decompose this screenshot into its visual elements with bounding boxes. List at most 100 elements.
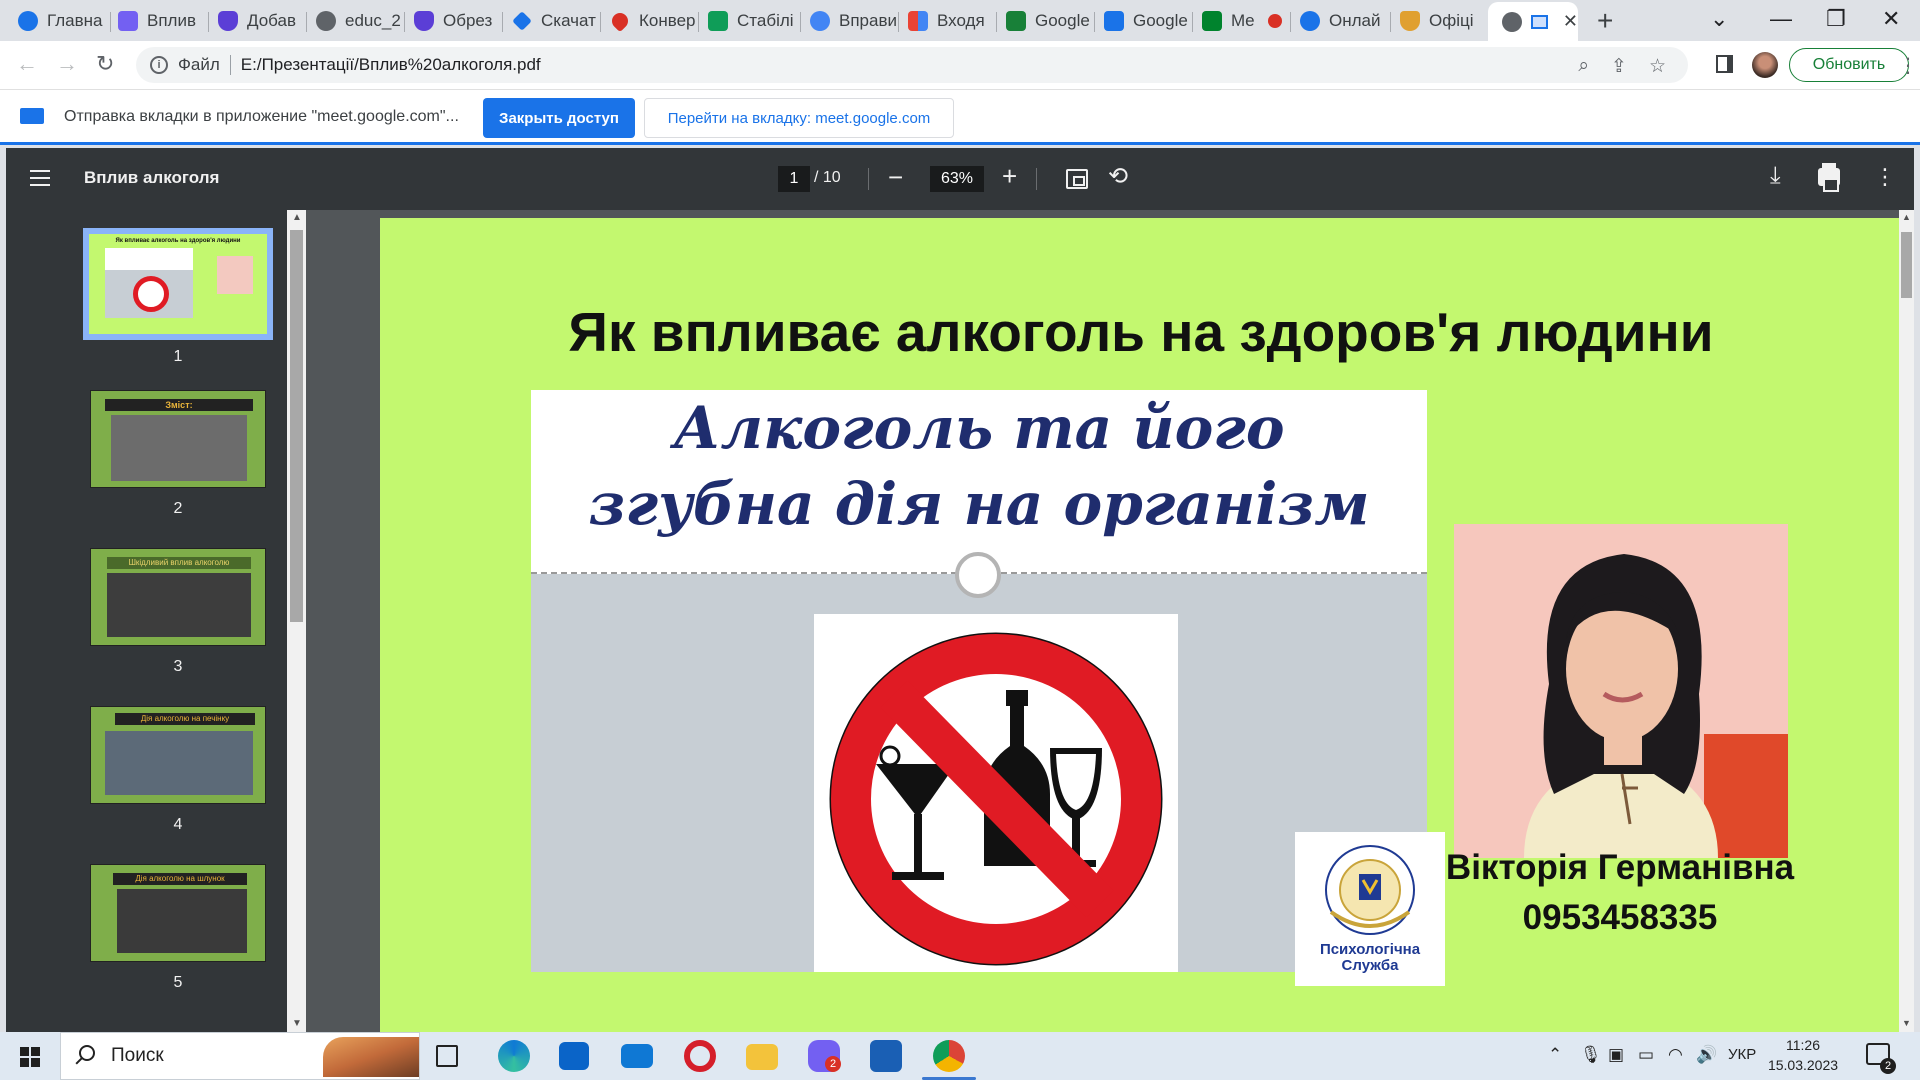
bookmark-star-icon[interactable]: ☆: [1649, 55, 1666, 78]
mail-icon[interactable]: [621, 1044, 653, 1068]
edge-icon[interactable]: [498, 1040, 530, 1072]
thumbnail-page-1[interactable]: Як впливає алкоголь на здоров'я людини: [83, 228, 273, 340]
thumbnail-page-4[interactable]: Дія алкоголю на печінку: [90, 706, 266, 804]
info-icon[interactable]: i: [150, 56, 168, 74]
tab-11[interactable]: Google: [992, 6, 1096, 36]
sidebar-scrollbar[interactable]: ▲ ▼: [287, 210, 306, 1032]
back-icon[interactable]: ←: [16, 51, 38, 77]
tray-app-icon[interactable]: ▣: [1608, 1045, 1624, 1065]
download-icon: [512, 11, 532, 31]
task-view-icon[interactable]: [436, 1045, 458, 1067]
tab-14[interactable]: Онлай: [1286, 6, 1392, 36]
scroll-up-arrow-icon[interactable]: ▲: [1902, 212, 1911, 222]
pdf-toolbar: Вплив алкоголя 1 / 10 − 63% + ⟲ ⤓ ⋮: [6, 148, 1914, 210]
stop-sharing-button[interactable]: Закрыть доступ: [483, 98, 635, 138]
zoom-level-input[interactable]: 63%: [930, 166, 984, 192]
tab-12[interactable]: Google: [1090, 6, 1194, 36]
taskbar-search[interactable]: Поиск: [60, 1032, 420, 1080]
camera-icon: [1300, 11, 1320, 31]
print-icon[interactable]: [1818, 163, 1840, 192]
tab-5[interactable]: Обрез: [400, 6, 504, 36]
side-panel-icon[interactable]: [1716, 55, 1733, 73]
zoom-in-button[interactable]: +: [1002, 161, 1017, 192]
tab-2[interactable]: Вплив: [104, 6, 206, 36]
windows-start-icon[interactable]: [20, 1047, 40, 1067]
switch-to-tab-button[interactable]: Перейти на вкладку: meet.google.com: [644, 98, 954, 138]
thumbnail-page-5[interactable]: Дія алкоголю на шлунок: [90, 864, 266, 962]
zoom-out-button[interactable]: −: [888, 162, 903, 193]
casting-icon: [1531, 14, 1548, 29]
thumbnail-page-2[interactable]: Зміст:: [90, 390, 266, 488]
fit-page-icon[interactable]: [1066, 169, 1088, 189]
chrome-icon[interactable]: [933, 1040, 965, 1072]
globe-icon: [316, 11, 336, 31]
rotate-icon[interactable]: ⟲: [1108, 162, 1128, 191]
thumbnail-page-3[interactable]: Шкідливий вплив алкоголю: [90, 548, 266, 646]
tab-sharing-infobar: Отправка вкладки в приложение "meet.goog…: [0, 89, 1920, 145]
scrollbar-thumb[interactable]: [290, 230, 303, 622]
tab-8[interactable]: Стабілі: [694, 6, 802, 36]
tab-1[interactable]: Главна: [4, 6, 110, 36]
browser-menu-icon[interactable]: ⋮: [1898, 53, 1918, 78]
microphone-icon[interactable]: 🎙: [1580, 1045, 1602, 1065]
tab-active[interactable]: ✕: [1488, 2, 1578, 41]
update-button[interactable]: Обновить: [1789, 48, 1909, 82]
maximize-icon[interactable]: ❐: [1826, 4, 1846, 34]
calendar-icon: [1104, 11, 1124, 31]
logo-caption-line-2: Служба: [1341, 957, 1399, 974]
download-icon[interactable]: ⤓: [1770, 162, 1781, 190]
tab-strip: Главна Вплив Добав educ_2 Обрез Скачат К…: [0, 0, 1920, 41]
tab-4[interactable]: educ_2: [302, 6, 408, 36]
minimize-icon[interactable]: —: [1770, 4, 1792, 34]
close-tab-icon[interactable]: ✕: [1563, 11, 1578, 32]
new-tab-button[interactable]: +: [1597, 6, 1613, 36]
store-icon[interactable]: [559, 1042, 589, 1070]
tab-7[interactable]: Конвер: [596, 6, 700, 36]
profile-avatar[interactable]: [1752, 52, 1778, 78]
tab-3[interactable]: Добав: [204, 6, 308, 36]
document-scrollbar[interactable]: ▲ ▼: [1899, 210, 1914, 1032]
scroll-down-arrow-icon[interactable]: ▼: [1902, 1018, 1911, 1028]
divider: [868, 168, 869, 190]
photos-icon[interactable]: [870, 1040, 902, 1072]
thumbnail-header: Шкідливий вплив алкоголю: [107, 557, 251, 569]
address-bar[interactable]: i Файл E:/Презентації/Вплив%20алкоголя.p…: [136, 47, 1688, 83]
menu-icon[interactable]: [30, 170, 50, 186]
scroll-down-arrow-icon[interactable]: ▼: [292, 1018, 302, 1029]
tab-search-icon[interactable]: ⌄: [1710, 4, 1728, 34]
wifi-icon[interactable]: ◠: [1668, 1045, 1683, 1065]
tab-label: Главна: [47, 11, 103, 30]
battery-icon[interactable]: ▭: [1638, 1045, 1654, 1065]
tab-15[interactable]: Офіці: [1386, 6, 1490, 36]
shield-icon: [414, 11, 434, 31]
tab-6[interactable]: Скачат: [498, 6, 602, 36]
clock-time: 11:26: [1786, 1037, 1820, 1053]
reload-icon[interactable]: ↻: [96, 51, 114, 77]
thumbnail-photo: [217, 256, 253, 294]
tab-9[interactable]: Вправи: [796, 6, 900, 36]
page-number-input[interactable]: 1: [778, 166, 810, 192]
search-highlight-image: [323, 1037, 419, 1077]
forward-icon[interactable]: →: [56, 51, 78, 77]
zoom-icon[interactable]: ⌕: [1578, 55, 1589, 78]
share-icon[interactable]: ⇪: [1611, 55, 1627, 78]
logo-caption-line-1: Психологічна: [1319, 941, 1421, 958]
thumbnail-banner: [105, 248, 193, 318]
more-actions-icon[interactable]: ⋮: [1874, 164, 1896, 190]
meet-icon: [1202, 11, 1222, 31]
tray-overflow-icon[interactable]: ⌃: [1548, 1045, 1562, 1065]
tab-13[interactable]: Me: [1188, 6, 1292, 36]
portrait-photo: [1454, 524, 1788, 858]
volume-icon[interactable]: 🔊: [1696, 1045, 1717, 1065]
tab-label: Онлай: [1329, 11, 1381, 30]
language-indicator[interactable]: УКР: [1728, 1046, 1756, 1063]
url-text[interactable]: E:/Презентації/Вплив%20алкоголя.pdf: [241, 55, 541, 75]
tab-10[interactable]: Входя: [894, 6, 998, 36]
system-clock[interactable]: 11:26 15.03.2023: [1758, 1035, 1848, 1075]
scrollbar-thumb[interactable]: [1901, 232, 1912, 298]
close-window-icon[interactable]: ✕: [1882, 4, 1900, 34]
opera-icon[interactable]: [684, 1040, 716, 1072]
explorer-icon[interactable]: [746, 1044, 778, 1070]
scroll-up-arrow-icon[interactable]: ▲: [292, 212, 302, 223]
pdf-viewer: Вплив алкоголя 1 / 10 − 63% + ⟲ ⤓ ⋮ Як в…: [6, 148, 1914, 1032]
